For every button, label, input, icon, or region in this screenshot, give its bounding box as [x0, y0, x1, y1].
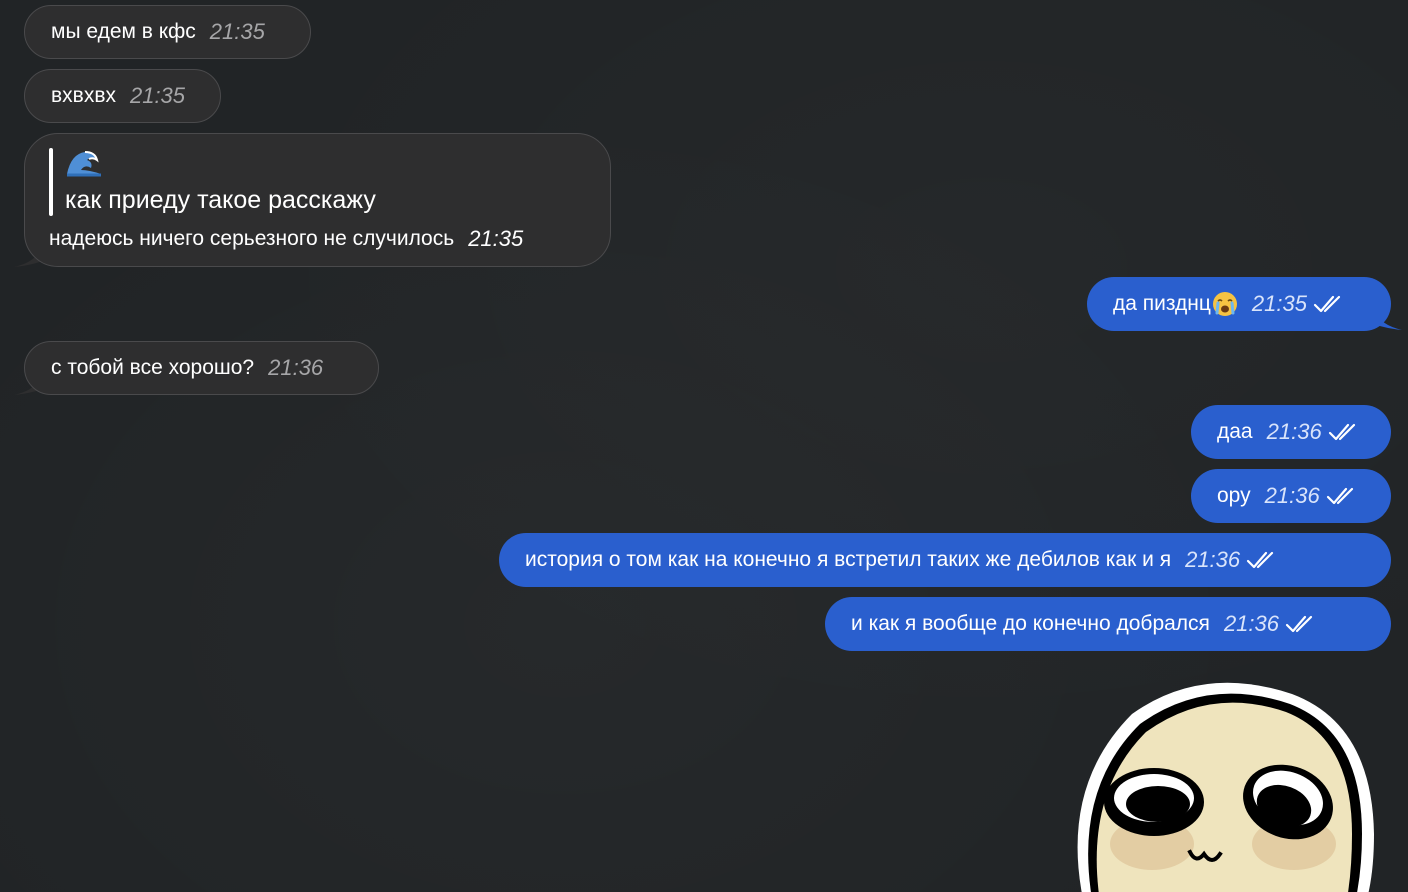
incoming-message[interactable]: вхвхвх 21:35: [24, 69, 221, 123]
message-text: ору: [1217, 484, 1251, 507]
message-time: 21:36: [1185, 547, 1241, 572]
message-time: 21:36: [1223, 611, 1279, 636]
incoming-message[interactable]: мы едем в кфс 21:35: [24, 5, 311, 59]
message-time: 21:35: [209, 19, 265, 44]
message-time: 21:35: [129, 83, 186, 108]
chat-area: мы едем в кфс 21:35 вхвхвх 21:35 как при…: [0, 0, 1408, 892]
double-check-icon: [1326, 487, 1353, 505]
double-check-icon: [1285, 615, 1313, 633]
message-text: да пизднц: [1113, 292, 1211, 315]
message-text: вхвхвх: [51, 84, 116, 107]
message-time: 21:36: [1264, 483, 1320, 508]
crying-face-emoji-icon: [1212, 292, 1237, 316]
message-text: мы едем в кфс: [51, 20, 196, 43]
double-check-icon: [1313, 295, 1341, 313]
reply-row: надеюсь ничего серьезного не случилось 2…: [49, 226, 523, 252]
outgoing-message[interactable]: даа 21:36: [1191, 405, 1391, 459]
outgoing-message[interactable]: да пизднц 21:35: [1087, 277, 1391, 331]
incoming-message[interactable]: с тобой все хорошо? 21:36: [24, 341, 379, 395]
double-check-icon: [1328, 423, 1355, 441]
message-text: даа: [1217, 420, 1253, 443]
message-time: 21:36: [1266, 419, 1322, 444]
quoted-text: как приеду такое расскажу: [65, 186, 376, 214]
message-text: с тобой все хорошо?: [51, 356, 255, 379]
message-text: надеюсь ничего серьезного не случилось: [49, 227, 455, 250]
message-text: и как я вообще до конечно добрался: [851, 612, 1210, 635]
quote-bar: [49, 148, 53, 216]
outgoing-message[interactable]: история о том как на конечно я встретил …: [499, 533, 1391, 587]
outgoing-message[interactable]: ору 21:36: [1191, 469, 1391, 523]
message-time: 21:35: [468, 226, 524, 251]
wave-emoji-icon: [67, 151, 101, 177]
message-time: 21:35: [1251, 291, 1307, 316]
message-time: 21:36: [268, 355, 324, 380]
incoming-reply-message[interactable]: как приеду такое расскажу надеюсь ничего…: [24, 133, 611, 267]
cartoon-face-sticker-icon[interactable]: [1062, 674, 1382, 892]
outgoing-message[interactable]: и как я вообще до конечно добрался 21:36: [825, 597, 1391, 651]
message-text: история о том как на конечно я встретил …: [525, 548, 1172, 571]
double-check-icon: [1247, 551, 1274, 569]
